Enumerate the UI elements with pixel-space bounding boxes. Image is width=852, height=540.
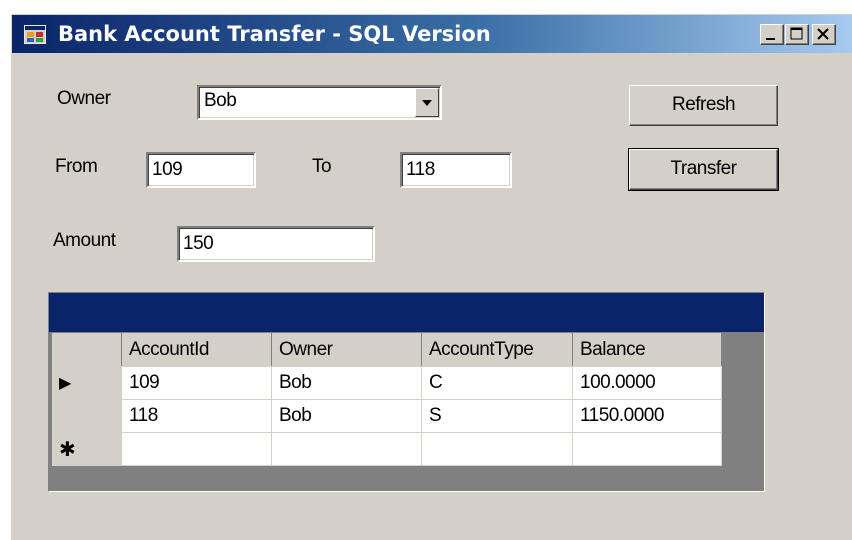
app-window: Bank Account Transfer - SQL Version Owne…: [10, 13, 852, 540]
current-row-indicator-icon: ▶: [59, 375, 71, 392]
column-header-balance[interactable]: Balance: [572, 333, 722, 367]
minimize-button[interactable]: [760, 24, 784, 45]
cell-owner[interactable]: Bob: [271, 366, 422, 400]
close-button[interactable]: [812, 24, 836, 45]
cell-new[interactable]: [421, 432, 573, 466]
amount-label: Amount: [53, 230, 116, 251]
title-bar[interactable]: Bank Account Transfer - SQL Version: [12, 15, 852, 53]
form-icon: [24, 25, 46, 44]
corner-header: [52, 333, 122, 367]
to-label: To: [312, 156, 332, 177]
owner-dropdown-button[interactable]: [415, 88, 439, 117]
owner-label: Owner: [57, 88, 111, 109]
owner-combobox-value: Bob: [204, 90, 237, 111]
cell-new[interactable]: [572, 432, 722, 466]
column-header-accounttype[interactable]: AccountType: [421, 333, 573, 367]
cell-new[interactable]: [271, 432, 422, 466]
row-header[interactable]: ✱: [52, 432, 122, 466]
table-row[interactable]: ▶ 109 Bob C 100.0000: [52, 366, 722, 400]
amount-input[interactable]: [179, 228, 373, 260]
cell-balance[interactable]: 100.0000: [572, 366, 722, 400]
chevron-down-icon: [422, 100, 432, 106]
to-account-input[interactable]: [402, 154, 510, 186]
to-account-field[interactable]: [400, 152, 512, 188]
accounts-table: AccountId Owner AccountType Balance ▶ 10…: [52, 333, 722, 466]
refresh-button[interactable]: Refresh: [629, 85, 778, 126]
from-account-input[interactable]: [148, 154, 254, 186]
accounts-datagrid[interactable]: AccountId Owner AccountType Balance ▶ 10…: [48, 292, 765, 492]
from-label: From: [55, 156, 98, 177]
row-header[interactable]: [52, 399, 122, 433]
column-header-owner[interactable]: Owner: [271, 333, 422, 367]
maximize-button[interactable]: [785, 24, 809, 45]
cell-accounttype[interactable]: C: [421, 366, 573, 400]
cell-accounttype[interactable]: S: [421, 399, 573, 433]
header-row: AccountId Owner AccountType Balance: [52, 333, 722, 367]
amount-field[interactable]: [177, 226, 375, 262]
new-row[interactable]: ✱: [52, 432, 722, 466]
column-header-accountid[interactable]: AccountId: [121, 333, 272, 367]
minimize-icon: [766, 38, 775, 40]
close-icon: [817, 28, 829, 40]
table-row[interactable]: 118 Bob S 1150.0000: [52, 399, 722, 433]
cell-new[interactable]: [121, 432, 272, 466]
window-title: Bank Account Transfer - SQL Version: [58, 22, 491, 46]
cell-accountid[interactable]: 109: [121, 366, 272, 400]
cell-balance[interactable]: 1150.0000: [572, 399, 722, 433]
from-account-field[interactable]: [146, 152, 256, 188]
transfer-button[interactable]: Transfer: [628, 148, 779, 191]
new-row-asterisk-icon: ✱: [59, 438, 76, 461]
cell-owner[interactable]: Bob: [271, 399, 422, 433]
cell-accountid[interactable]: 118: [121, 399, 272, 433]
row-header[interactable]: ▶: [52, 366, 122, 400]
datagrid-caption: [49, 293, 764, 332]
maximize-icon: [790, 27, 803, 40]
owner-combobox[interactable]: Bob: [197, 85, 442, 120]
